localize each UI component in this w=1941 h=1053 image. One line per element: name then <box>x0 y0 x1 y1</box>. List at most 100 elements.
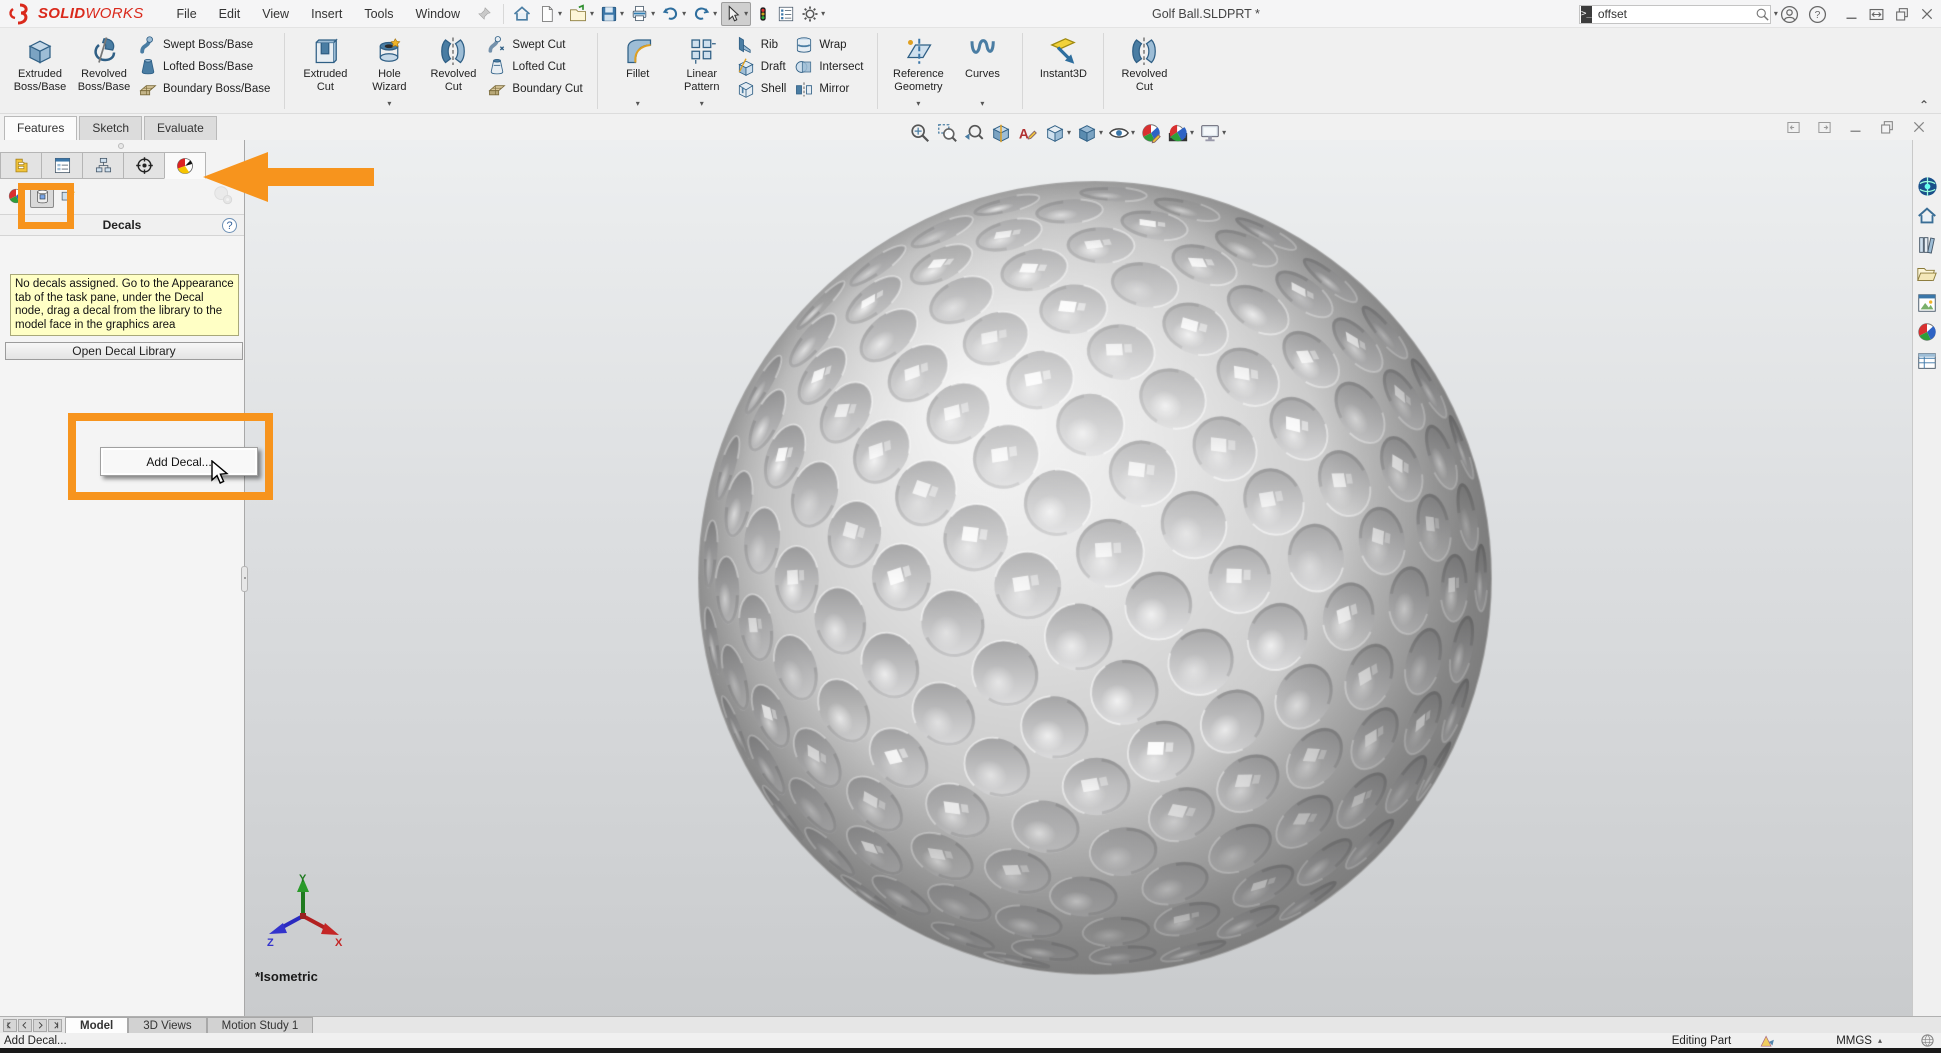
curves-button[interactable]: Curves▾ <box>950 32 1014 110</box>
panel-splitter-handle[interactable] <box>241 566 248 592</box>
golf-ball-model[interactable] <box>245 140 1911 1018</box>
search-input[interactable] <box>1596 6 1755 22</box>
custom-properties-tab[interactable] <box>1915 348 1940 373</box>
close-icon[interactable] <box>1911 119 1927 135</box>
previous-view-button[interactable] <box>962 120 986 146</box>
mirror-button[interactable]: Mirror <box>792 78 869 100</box>
display-style-button[interactable]: ▾ <box>1075 120 1104 146</box>
view-palette-tab[interactable] <box>1915 290 1940 315</box>
menu-window[interactable]: Window <box>405 2 471 26</box>
appearances-ball-tool[interactable] <box>4 184 28 208</box>
threedexperience-tab[interactable] <box>1915 174 1940 199</box>
decals-help-icon[interactable]: ? <box>222 218 237 233</box>
draft-button[interactable]: Draft <box>734 56 793 78</box>
decals-cylinder-tool[interactable] <box>30 184 54 208</box>
feature-tree-tab[interactable] <box>0 152 42 179</box>
zoom-to-fit-button[interactable] <box>908 120 932 146</box>
apply-scene-button[interactable]: ▾ <box>1166 120 1195 146</box>
configuration-manager-tab[interactable] <box>82 152 124 179</box>
pane-left-icon[interactable] <box>1786 120 1801 135</box>
home-button[interactable] <box>510 2 534 26</box>
section-view-button[interactable] <box>989 120 1013 146</box>
help-icon[interactable]: ? <box>1808 5 1827 24</box>
doc-tab-3d-views[interactable]: 3D Views <box>128 1017 206 1033</box>
intersect-button[interactable]: Intersect <box>792 56 869 78</box>
redo-button[interactable]: ▾ <box>690 2 719 25</box>
fillet-button[interactable]: Fillet▾ <box>606 32 670 110</box>
graphics-area[interactable]: Y X Z *Isometric <box>245 140 1912 1018</box>
shell-button[interactable]: Shell <box>734 78 793 100</box>
new-doc-button[interactable]: ▾ <box>536 3 564 25</box>
units-caret-icon[interactable]: ▴ <box>1878 1037 1882 1045</box>
flyout-caret-icon[interactable]: ▾ <box>700 100 704 108</box>
menu-insert[interactable]: Insert <box>300 2 353 26</box>
design-library-tab[interactable] <box>1915 232 1940 257</box>
file-explorer-tab[interactable] <box>1915 261 1940 286</box>
lofted-cut-button[interactable]: Lofted Cut <box>485 56 588 78</box>
flyout-caret-icon[interactable]: ▾ <box>980 100 984 108</box>
scene-lights-tool[interactable] <box>56 184 80 208</box>
extruded-boss-button[interactable]: ExtrudedBoss/Base <box>8 32 72 110</box>
save-button[interactable]: ▾ <box>598 3 626 25</box>
extruded-cut-button[interactable]: ExtrudedCut <box>293 32 357 110</box>
boundary-boss-button[interactable]: Boundary Boss/Base <box>136 78 276 100</box>
search-box[interactable]: >_ ▾ <box>1579 5 1771 24</box>
rib-button[interactable]: Rib <box>734 34 793 56</box>
swept-cut-button[interactable]: Swept Cut <box>485 34 588 56</box>
zoom-to-area-button[interactable] <box>935 120 959 146</box>
add-decal-menu-item[interactable]: Add Decal... <box>146 455 211 469</box>
settings-gear-button[interactable]: ▾ <box>799 3 827 25</box>
print-button[interactable]: ▾ <box>628 2 657 25</box>
menu-tools[interactable]: Tools <box>353 2 404 26</box>
doc-tab-motion-study-1[interactable]: Motion Study 1 <box>207 1017 314 1033</box>
tab-prev-icon[interactable] <box>18 1019 32 1032</box>
dimxpert-tab[interactable] <box>123 152 165 179</box>
revolved-cut-button[interactable]: RevolvedCut <box>421 32 485 110</box>
view-settings-button[interactable]: ▾ <box>1198 120 1227 146</box>
open-decal-library-button[interactable]: Open Decal Library <box>5 342 243 360</box>
add-decal-context-menu[interactable]: Add Decal... <box>100 447 258 476</box>
view-orientation-button[interactable]: ▾ <box>1043 120 1072 146</box>
expand-panes-icon[interactable] <box>1868 6 1885 23</box>
flyout-caret-icon[interactable]: ▾ <box>387 100 391 108</box>
pin-menu-icon[interactable] <box>477 6 492 21</box>
tab-next-icon[interactable] <box>33 1019 47 1032</box>
annotation-visibility-button[interactable]: A <box>1016 120 1040 146</box>
hide-show-items-button[interactable]: ▾ <box>1107 120 1136 146</box>
hole-wizard-button[interactable]: HoleWizard▾ <box>357 32 421 110</box>
collapse-ribbon-chevron-icon[interactable]: ⌃ <box>1919 98 1929 112</box>
tab-sketch[interactable]: Sketch <box>79 116 142 140</box>
tag-icon[interactable] <box>1920 1033 1935 1048</box>
solidworks-resources-tab[interactable] <box>1915 203 1940 228</box>
lofted-boss-button[interactable]: Lofted Boss/Base <box>136 56 276 78</box>
menu-edit[interactable]: Edit <box>208 2 252 26</box>
revolved-boss-button[interactable]: RevolvedBoss/Base <box>72 32 136 110</box>
tab-last-icon[interactable] <box>48 1019 62 1032</box>
display-manager-tab[interactable] <box>164 152 206 179</box>
wrap-button[interactable]: Wrap <box>792 34 869 56</box>
minimize-icon[interactable] <box>1844 7 1859 22</box>
menu-file[interactable]: File <box>166 2 208 26</box>
close-icon[interactable] <box>1919 6 1935 22</box>
pane-right-icon[interactable] <box>1817 120 1832 135</box>
menu-view[interactable]: View <box>251 2 300 26</box>
revolved-cut-button[interactable]: RevolvedCut <box>1112 32 1176 110</box>
magnifier-icon[interactable] <box>1755 7 1770 22</box>
property-manager-tab[interactable] <box>41 152 83 179</box>
appearances-scenes-tab[interactable] <box>1915 319 1940 344</box>
minimize-icon[interactable] <box>1848 120 1863 135</box>
flyout-caret-icon[interactable]: ▾ <box>916 100 920 108</box>
options-list-button[interactable] <box>775 3 797 25</box>
instant3d-button[interactable]: Instant3D <box>1031 32 1095 110</box>
reference-geometry-button[interactable]: ReferenceGeometry▾ <box>886 32 950 110</box>
linear-pattern-button[interactable]: LinearPattern▾ <box>670 32 734 110</box>
flyout-caret-icon[interactable]: ▾ <box>636 100 640 108</box>
tab-features[interactable]: Features <box>4 116 77 140</box>
undo-button[interactable]: ▾ <box>659 2 688 25</box>
restore-icon[interactable] <box>1879 119 1895 135</box>
select-cursor-button[interactable]: ▾ <box>721 2 751 26</box>
rebuild-traffic-light-button[interactable] <box>753 3 773 25</box>
boundary-cut-button[interactable]: Boundary Cut <box>485 78 588 100</box>
restore-icon[interactable] <box>1894 6 1910 22</box>
swept-boss-button[interactable]: Swept Boss/Base <box>136 34 276 56</box>
